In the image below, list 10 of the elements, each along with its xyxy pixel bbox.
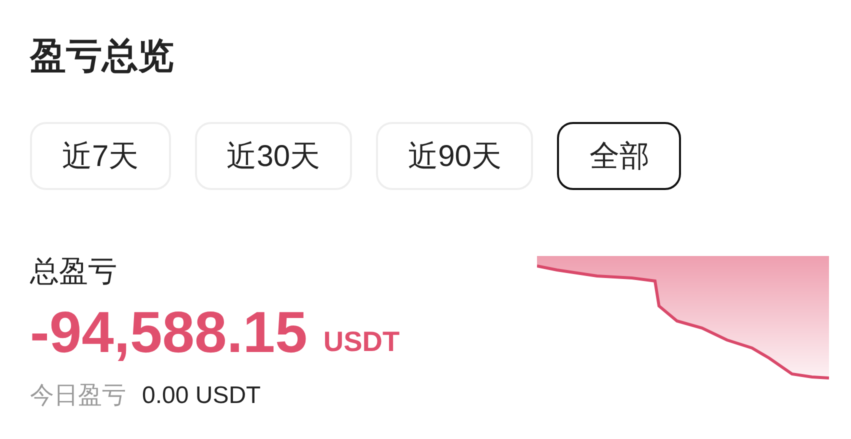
today-label: 今日盈亏 [30, 381, 126, 411]
today-value: 0.00 USDT [142, 381, 261, 411]
period-tab[interactable]: 全部 [557, 122, 682, 190]
total-unit: USDT [323, 325, 400, 359]
total-value: -94,588.15 [30, 300, 308, 366]
period-tab[interactable]: 近7天 [30, 122, 171, 190]
period-tab[interactable]: 近30天 [194, 122, 352, 190]
period-tab[interactable]: 近90天 [376, 122, 534, 190]
section-title: 盈亏总览 [30, 34, 175, 78]
total-label: 总盈亏 [30, 255, 118, 290]
